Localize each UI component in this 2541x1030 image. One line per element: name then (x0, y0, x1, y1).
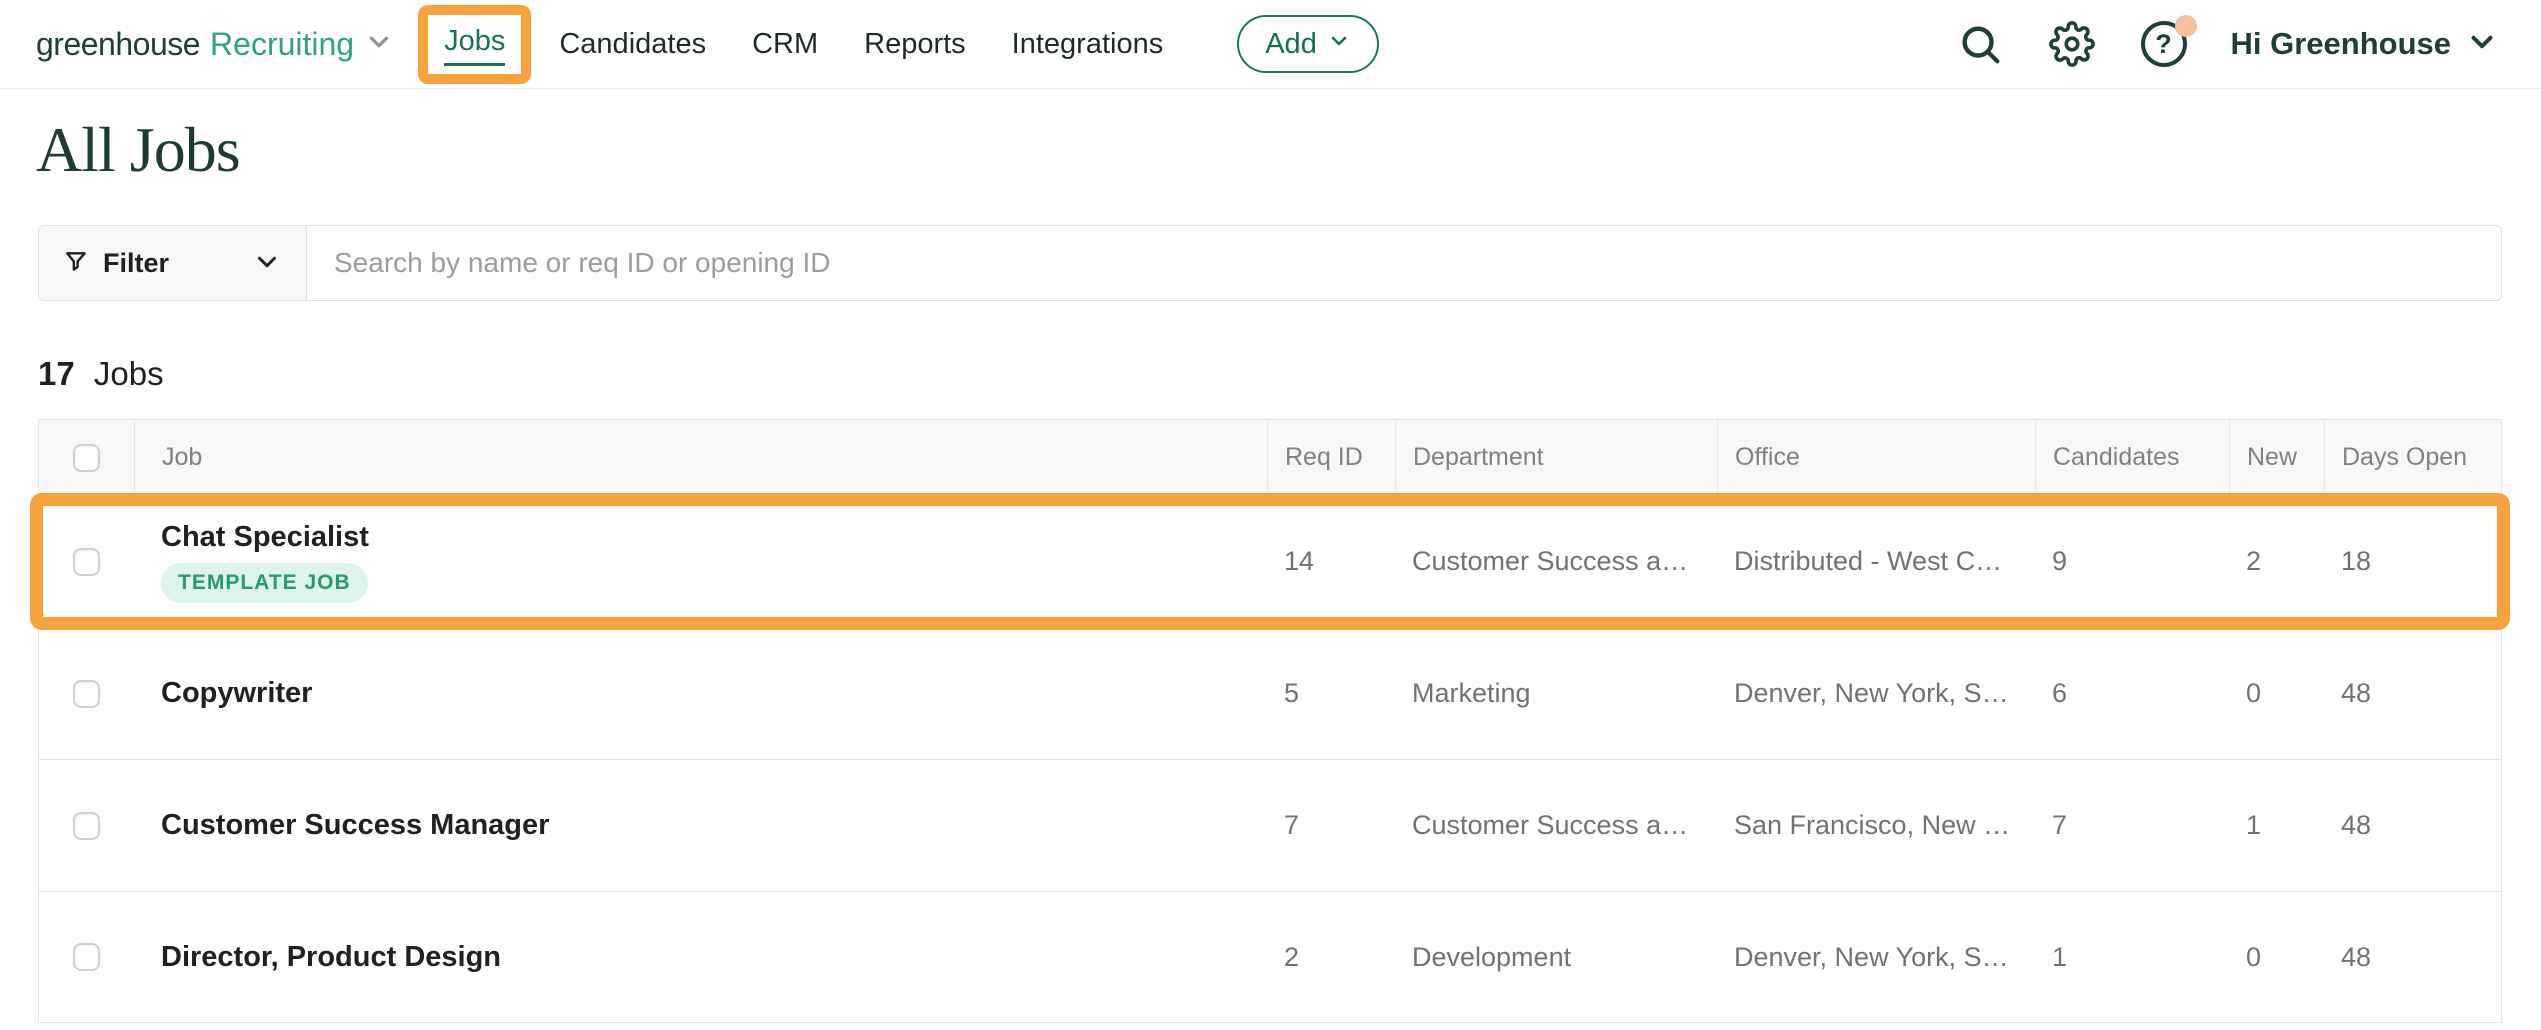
job-title-link[interactable]: Director, Product Design (161, 941, 1267, 974)
nav-item-crm[interactable]: CRM (752, 28, 818, 61)
column-header-department: Department (1395, 420, 1717, 495)
user-menu[interactable]: Hi Greenhouse (2231, 25, 2500, 64)
jobs-count: 17 Jobs (38, 355, 2541, 393)
settings-gear-icon[interactable] (2047, 19, 2097, 69)
jobs-count-number: 17 (38, 355, 75, 392)
filter-button[interactable]: Filter (39, 226, 307, 300)
nav-item-candidates[interactable]: Candidates (559, 28, 706, 61)
column-header-office: Office (1717, 420, 2035, 495)
days-open-value: 48 (2341, 942, 2371, 972)
column-header-candidates: Candidates (2035, 420, 2229, 495)
template-job-badge: TEMPLATE JOB (161, 563, 368, 603)
department-value: Marketing (1412, 678, 1531, 708)
column-header-new: New (2229, 420, 2324, 495)
top-nav: greenhouse Recruiting Jobs Candidates CR… (0, 0, 2541, 89)
job-title-link[interactable]: Chat Specialist (161, 521, 1267, 554)
select-all-checkbox[interactable] (73, 444, 100, 472)
candidates-value: 7 (2052, 810, 2067, 840)
new-value: 2 (2246, 546, 2261, 576)
table-row-customer-success-manager[interactable]: Customer Success Manager 7 Customer Succ… (39, 759, 2501, 891)
user-menu-label: Hi Greenhouse (2231, 26, 2452, 62)
jobs-search-input[interactable] (307, 226, 2501, 300)
logo-chevron-down-icon (364, 27, 394, 62)
department-value: Customer Success a… (1412, 810, 1688, 840)
office-value: Denver, New York, S… (1734, 678, 2009, 708)
funnel-filter-icon (63, 249, 89, 278)
primary-nav: Jobs Candidates CRM Reports Integrations… (418, 5, 1379, 84)
add-button[interactable]: Add (1237, 15, 1379, 73)
nav-item-reports[interactable]: Reports (864, 28, 966, 61)
job-title-link[interactable]: Copywriter (161, 677, 1267, 710)
new-value: 0 (2246, 942, 2261, 972)
job-title-link[interactable]: Customer Success Manager (161, 809, 1267, 842)
table-row-director-product-design[interactable]: Director, Product Design 2 Development D… (39, 891, 2501, 1022)
greenhouse-logo[interactable]: greenhouse Recruiting (36, 26, 394, 63)
req-id-value: 5 (1284, 678, 1299, 708)
page-title: All Jobs (36, 113, 2541, 187)
candidates-value: 9 (2052, 546, 2067, 576)
table-header-row: Job Req ID Department Office Candidates … (39, 420, 2501, 495)
office-value: Denver, New York, S… (1734, 942, 2009, 972)
filter-chevron-down-icon (252, 247, 282, 280)
column-header-job: Job (134, 420, 1267, 495)
row-checkbox[interactable] (73, 680, 100, 708)
row-checkbox[interactable] (73, 812, 100, 840)
help-icon[interactable]: ? (2139, 19, 2189, 69)
nav-utilities: ? Hi Greenhouse (1955, 19, 2500, 69)
search-icon[interactable] (1955, 19, 2005, 69)
department-value: Customer Success a… (1412, 546, 1688, 576)
filter-button-label: Filter (103, 248, 169, 279)
all-jobs-page: greenhouse Recruiting Jobs Candidates CR… (0, 0, 2541, 1030)
jobs-table: Job Req ID Department Office Candidates … (38, 419, 2502, 1023)
filter-bar: Filter (38, 225, 2502, 301)
user-menu-chevron-down-icon (2465, 25, 2499, 64)
table-row-chat-specialist[interactable]: Chat Specialist TEMPLATE JOB 14 Customer… (39, 495, 2501, 627)
logo-product-text: Recruiting (210, 26, 354, 63)
req-id-value: 14 (1284, 546, 1314, 576)
days-open-value: 18 (2341, 546, 2371, 576)
req-id-value: 7 (1284, 810, 1299, 840)
column-header-req-id: Req ID (1267, 420, 1395, 495)
new-value: 0 (2246, 678, 2261, 708)
new-value: 1 (2246, 810, 2261, 840)
days-open-value: 48 (2341, 810, 2371, 840)
department-value: Development (1412, 942, 1571, 972)
help-notification-dot (2175, 15, 2197, 37)
days-open-value: 48 (2341, 678, 2371, 708)
jobs-count-label: Jobs (94, 355, 164, 392)
table-header-select-cell (39, 420, 134, 495)
office-value: Distributed - West C… (1734, 546, 2002, 576)
candidates-value: 6 (2052, 678, 2067, 708)
candidates-value: 1 (2052, 942, 2067, 972)
row-checkbox[interactable] (73, 548, 100, 576)
row-checkbox[interactable] (73, 943, 100, 971)
nav-item-integrations[interactable]: Integrations (1012, 28, 1164, 61)
office-value: San Francisco, New … (1734, 810, 2010, 840)
add-button-label: Add (1265, 28, 1317, 61)
annotation-highlight-jobs-tab: Jobs (418, 5, 531, 84)
logo-brand-text: greenhouse (36, 26, 200, 63)
table-row-copywriter[interactable]: Copywriter 5 Marketing Denver, New York,… (39, 627, 2501, 759)
column-header-days-open: Days Open (2324, 420, 2501, 495)
nav-item-jobs[interactable]: Jobs (444, 25, 505, 66)
add-chevron-down-icon (1327, 28, 1351, 61)
req-id-value: 2 (1284, 942, 1299, 972)
